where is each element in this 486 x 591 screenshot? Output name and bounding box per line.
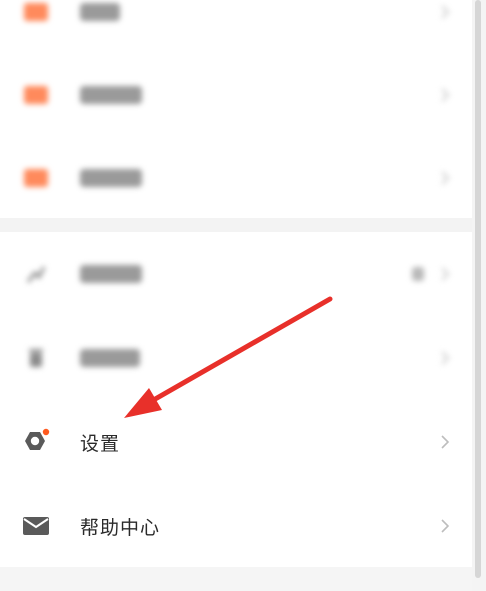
scrollbar-thumb[interactable] bbox=[475, 0, 481, 578]
menu-item-blurred-5[interactable] bbox=[0, 316, 472, 400]
chevron-right-icon bbox=[441, 171, 450, 185]
settings-gear-icon bbox=[22, 428, 50, 456]
menu-item-help-center[interactable]: 帮助中心 bbox=[0, 484, 472, 568]
menu-item-settings[interactable]: 设置 bbox=[0, 400, 472, 484]
chevron-right-icon bbox=[441, 435, 450, 449]
trash-icon bbox=[22, 344, 50, 372]
chart-icon bbox=[22, 260, 50, 288]
menu-item-blurred-2[interactable] bbox=[0, 53, 472, 137]
blurred-label bbox=[80, 3, 120, 21]
chevron-right-icon bbox=[441, 351, 450, 365]
chevron-right-icon bbox=[441, 519, 450, 533]
chevron-right-icon bbox=[441, 88, 450, 102]
chevron-right-icon bbox=[441, 5, 450, 19]
orange-block-icon bbox=[22, 0, 50, 26]
blurred-label bbox=[80, 265, 142, 283]
menu-item-blurred-1[interactable] bbox=[0, 0, 472, 54]
menu-item-blurred-4[interactable] bbox=[0, 232, 472, 316]
scrollbar[interactable] bbox=[472, 0, 486, 591]
mail-icon bbox=[22, 512, 50, 540]
menu-item-blurred-3[interactable] bbox=[0, 136, 472, 220]
blurred-label bbox=[80, 86, 142, 104]
blurred-label bbox=[80, 349, 140, 367]
orange-block-icon bbox=[22, 81, 50, 109]
menu-group-bottom: 设置 帮助中心 bbox=[0, 232, 472, 567]
blurred-label bbox=[80, 169, 142, 187]
help-center-label: 帮助中心 bbox=[80, 516, 161, 539]
orange-block-icon bbox=[22, 164, 50, 192]
group-divider bbox=[0, 218, 472, 232]
menu-group-top bbox=[0, 0, 472, 218]
blurred-badge bbox=[412, 267, 424, 281]
settings-label: 设置 bbox=[80, 432, 121, 455]
chevron-right-icon bbox=[441, 267, 450, 281]
bottom-spacer bbox=[0, 567, 472, 591]
app-screen: 设置 帮助中心 bbox=[0, 0, 486, 591]
